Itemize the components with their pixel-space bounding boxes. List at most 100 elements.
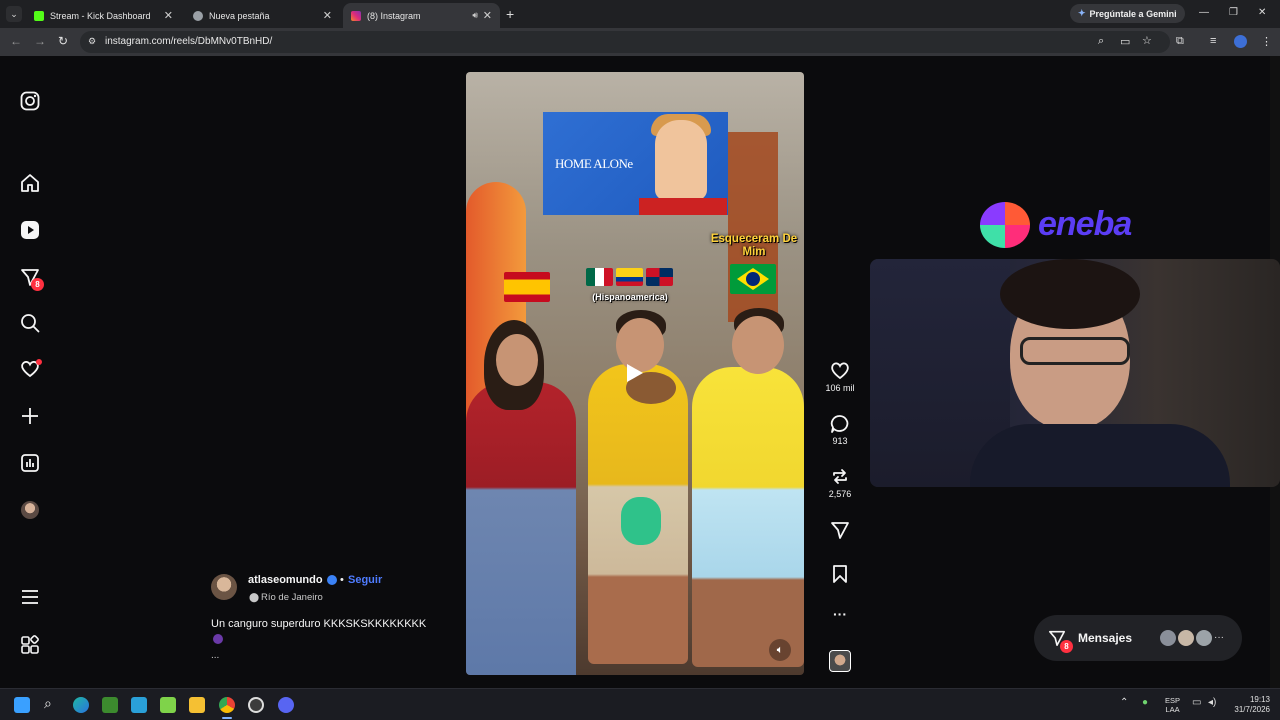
chart-icon[interactable] [19,452,41,474]
comment-button[interactable]: 913 [818,414,862,446]
eneba-wordmark: eneba [1038,205,1132,243]
tab-new-tab[interactable]: Nueva pestaña ✕ [185,3,340,28]
flag-spain [504,272,550,302]
windows-start-icon[interactable] [14,697,30,713]
messages-badge: 8 [31,278,44,291]
media-controls-icon[interactable]: ≡ [1210,35,1216,47]
menu-icon[interactable] [19,586,41,608]
chrome-icon[interactable] [219,697,235,713]
zoom-icon[interactable]: ⌕ [1098,35,1104,48]
more-options-icon[interactable]: ··· [818,606,862,622]
messages-pill[interactable]: 8 Mensajes ··· [1034,615,1242,661]
file-explorer-icon[interactable] [189,697,205,713]
app-icon[interactable] [160,697,176,713]
share-icon [831,522,849,539]
streamer-webcam [870,259,1280,487]
author-avatar[interactable] [211,574,237,600]
url-text[interactable]: instagram.com/reels/DbMNv0TBnHD/ [105,36,272,47]
reels-icon[interactable] [19,219,41,241]
caption-esqueceram: Esqueceram De Mim [710,233,798,258]
browser-tab-bar: ⌄ Stream - Kick Dashboard ✕ Nueva pestañ… [0,0,1280,28]
save-button[interactable] [818,564,862,586]
speaker-icon[interactable]: 🔊︎ [472,10,478,21]
chevron-up-icon[interactable]: ⌃ [1120,697,1128,708]
minimize-icon[interactable]: — [1199,7,1209,18]
flag-brazil [730,264,776,294]
tab-kick-dashboard[interactable]: Stream - Kick Dashboard ✕ [26,3,181,28]
streamlabs-icon[interactable] [131,697,147,713]
minecraft-icon[interactable] [102,697,118,713]
close-icon[interactable]: ✕ [483,9,492,22]
back-icon[interactable]: ← [10,34,22,48]
tab-title: Nueva pestaña [209,10,270,21]
post-caption: Un canguro superduro KKKSKSKKKKKKKK [211,618,427,630]
heart-icon [831,362,849,380]
edge-icon[interactable] [73,697,89,713]
plus-icon[interactable] [19,405,41,427]
profile-avatar[interactable] [1234,35,1247,48]
gemini-button[interactable]: ✦ Pregúntale a Gemini [1070,4,1185,23]
taskbar-clock[interactable]: 19:13 31/7/2026 [1228,695,1270,715]
messages-count-badge: 8 [1060,640,1073,653]
heart-icon[interactable] [19,358,42,380]
apps-icon[interactable] [19,634,41,656]
volume-icon[interactable]: ◂) [1208,697,1216,708]
mute-icon[interactable]: 🔈︎ [769,639,791,661]
kick-favicon [34,10,44,21]
obs-icon[interactable] [248,697,264,713]
like-button[interactable]: 106 mil [818,361,862,393]
profile-avatar[interactable] [19,499,41,521]
play-icon[interactable] [627,364,643,382]
bookmark-icon [833,565,847,583]
close-icon[interactable]: ✕ [323,9,332,22]
messages-label: Mensajes [1078,631,1133,645]
discord-icon[interactable] [278,697,294,713]
tab-title: (8) Instagram [367,10,421,21]
omnibox[interactable]: ⚙︎ instagram.com/reels/DbMNv0TBnHD/ ⌕ ▭ … [80,31,1170,53]
search-icon[interactable] [19,312,41,334]
reload-icon[interactable]: ↻ [58,34,68,48]
menu-dots-icon[interactable]: ⋮ [1261,35,1272,48]
language-indicator[interactable]: ESP LAA [1165,696,1180,714]
follow-button[interactable]: Seguir [348,574,382,586]
notification-dot [36,359,42,365]
messenger-icon[interactable]: 8 [19,266,44,291]
person-left [466,382,576,675]
cast-icon[interactable]: ▭ [1120,35,1130,48]
instagram-logo-icon[interactable] [19,90,41,112]
microphone-icon[interactable]: ● [1142,697,1148,708]
author-username[interactable]: atlaseomundo [248,574,323,586]
repost-button[interactable]: 2,576 [818,467,862,499]
site-info-icon[interactable]: ⚙︎ [88,36,96,47]
restore-icon[interactable]: ❐ [1229,7,1238,18]
streamer-glasses [1020,337,1130,365]
caption-more[interactable]: ... [211,650,219,661]
bookmark-star-icon[interactable]: ☆ [1142,34,1152,47]
close-icon[interactable]: ✕ [164,9,173,22]
post-location[interactable]: Río de Janeiro [261,592,323,603]
caption-emoji-icon [213,634,223,644]
location-pin-icon: ⬤ [249,592,260,602]
windows-taskbar: ⌕ ⌃ ● ESP LAA ▭ ◂) 19:13 31/7/2026 [0,688,1280,720]
search-icon[interactable]: ⌕ [44,695,52,712]
person-right [692,367,804,667]
clock-date: 31/7/2026 [1234,705,1270,714]
active-app-indicator [222,717,232,719]
tab-instagram[interactable]: (8) Instagram 🔊︎ ✕ [343,3,500,28]
tab-search-button[interactable]: ⌄ [6,6,22,22]
repost-icon [833,469,847,484]
home-icon[interactable] [19,172,41,194]
audio-avatar[interactable] [829,650,851,672]
forward-icon[interactable]: → [34,34,46,48]
share-button[interactable] [818,521,862,543]
verified-badge-icon [327,575,337,585]
reel-video[interactable]: HOME ALONe (Hispanoamerica) Esqueceram D… [466,72,804,675]
window-close-icon[interactable]: ✕ [1258,7,1266,18]
new-tab-button[interactable]: + [506,6,514,22]
network-icon[interactable]: ▭ [1192,697,1201,708]
person-left-head [496,334,538,386]
poster-title: HOME ALONe [555,156,633,171]
extensions-icon[interactable]: ⧉ [1176,35,1184,48]
flag-dominican [646,268,673,286]
poster-face [655,120,707,200]
